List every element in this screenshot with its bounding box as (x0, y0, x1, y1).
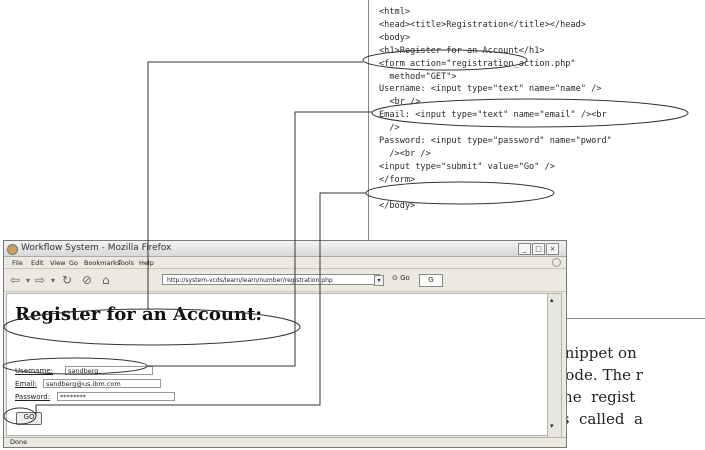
password-label: Password: (15, 393, 51, 401)
page-content: Register for an Account: Username: sandb… (6, 293, 548, 436)
vertical-scrollbar[interactable]: ▴ ▾ (547, 293, 562, 438)
address-bar[interactable]: http://system-vcds/learn/learn/number/re… (162, 274, 380, 285)
password-input[interactable]: ******** (57, 392, 175, 401)
menu-view[interactable]: View (50, 259, 65, 267)
code-line: </body> (379, 200, 416, 211)
page-heading: Register for an Account: (15, 304, 263, 325)
navigation-toolbar: ⇦ ▾ ⇨ ▾ ↻ ⊘ ⌂ http://system-vcds/learn/l… (4, 269, 566, 292)
username-label: Username: (15, 367, 54, 375)
close-button[interactable]: × (546, 243, 559, 255)
window-title: Workflow System - Mozilla Firefox (21, 243, 172, 253)
go-label: Go (400, 274, 410, 282)
code-line: <br /> (379, 97, 421, 108)
go-button[interactable]: ⊙ Go (392, 274, 410, 282)
code-line: <input type="submit" value="Go" /> (379, 161, 555, 172)
menu-file[interactable]: File (12, 259, 23, 267)
throbber-icon (552, 258, 561, 267)
menu-go[interactable]: Go (69, 259, 78, 267)
code-line: </form> (379, 174, 416, 185)
search-box[interactable]: G (419, 274, 443, 287)
code-line: <head><title>Registration</title></head> (379, 19, 586, 30)
url-dropdown-icon[interactable]: ▾ (374, 275, 384, 286)
code-line: Password: <input type="password" name="p… (379, 136, 612, 146)
code-line: <form action="registration_action.php" (379, 58, 576, 69)
browser-window: Workflow System - Mozilla Firefox _ □ × … (3, 240, 567, 448)
status-text: Done (10, 438, 28, 446)
scroll-up-icon[interactable]: ▴ (550, 296, 554, 304)
code-line: /><br /> (379, 148, 431, 159)
username-input[interactable]: sandberg (65, 366, 153, 375)
back-icon[interactable]: ⇦ (10, 273, 20, 287)
title-bar: Workflow System - Mozilla Firefox _ □ × (4, 241, 566, 257)
email-label: Email: (15, 380, 37, 388)
menu-bar: File Edit View Go Bookmarks Tools Help (4, 257, 566, 269)
prose-line: the regist (557, 388, 636, 406)
code-line: method="GET"> (379, 71, 457, 82)
code-line: Username: <input type="text" name="name"… (379, 84, 602, 95)
menu-help[interactable]: Help (139, 259, 154, 267)
prose-line: snippet on (557, 344, 637, 362)
forward-dropdown-icon[interactable]: ▾ (51, 276, 55, 285)
forward-icon[interactable]: ⇨ (35, 273, 45, 287)
code-line: <body> (379, 32, 411, 43)
maximize-button[interactable]: □ (532, 243, 545, 255)
reload-icon[interactable]: ↻ (62, 273, 72, 287)
go-icon: ⊙ (392, 274, 398, 282)
home-icon[interactable]: ⌂ (102, 273, 110, 287)
stop-icon[interactable]: ⊘ (82, 273, 92, 287)
code-line: Email: <input type="text" name="email" /… (379, 110, 607, 121)
prose-line: is called a (557, 410, 643, 428)
back-dropdown-icon[interactable]: ▾ (26, 276, 30, 285)
menu-tools[interactable]: Tools (118, 259, 134, 267)
code-line: <h1>Register for an Account</h1> (379, 45, 545, 56)
submit-button[interactable]: GO (16, 412, 42, 425)
scroll-down-icon[interactable]: ▾ (550, 422, 554, 430)
code-line: /> (379, 123, 400, 134)
prose-line: code. The r (557, 366, 643, 384)
status-bar: Done (4, 437, 566, 447)
menu-edit[interactable]: Edit (31, 259, 44, 267)
minimize-button[interactable]: _ (518, 243, 531, 255)
menu-bookmarks[interactable]: Bookmarks (84, 259, 120, 267)
email-input[interactable]: sandberg@us.ibm.com (43, 379, 161, 388)
code-line: <html> (379, 7, 411, 17)
firefox-icon (7, 244, 18, 255)
